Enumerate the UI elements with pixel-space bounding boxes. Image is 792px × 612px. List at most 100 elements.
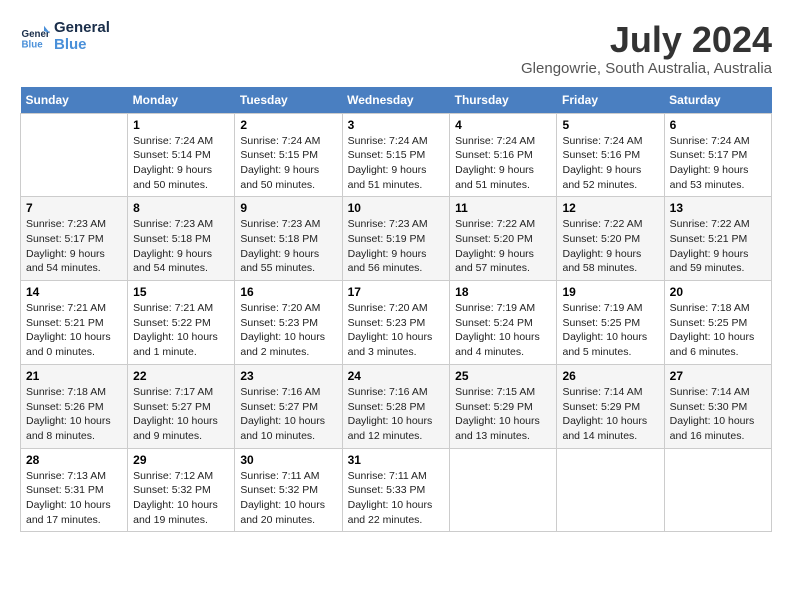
- calendar-table: SundayMondayTuesdayWednesdayThursdayFrid…: [20, 87, 772, 533]
- day-info: Sunrise: 7:22 AM Sunset: 5:21 PM Dayligh…: [670, 217, 766, 276]
- day-info: Sunrise: 7:20 AM Sunset: 5:23 PM Dayligh…: [348, 301, 445, 360]
- calendar-cell: 4 Sunrise: 7:24 AM Sunset: 5:16 PM Daylig…: [450, 113, 557, 197]
- calendar-cell: 3Sunrise: 7:24 AM Sunset: 5:15 PM Daylig…: [342, 113, 450, 197]
- calendar-cell: 15 Sunrise: 7:21 AM Sunset: 5:22 PM Dayli…: [128, 281, 235, 365]
- day-number: 27: [670, 369, 766, 383]
- day-info: Sunrise: 7:11 AM Sunset: 5:33 PM Dayligh…: [348, 469, 445, 528]
- day-number: 16: [240, 285, 336, 299]
- weekday-header-monday: Monday: [128, 87, 235, 114]
- day-number: 9: [240, 201, 336, 215]
- svg-text:Blue: Blue: [22, 39, 44, 50]
- day-number: 15: [133, 285, 229, 299]
- day-info: Sunrise: 7:21 AM Sunset: 5:22 PM Dayligh…: [133, 301, 229, 360]
- day-info: Sunrise: 7:20 AM Sunset: 5:23 PM Dayligh…: [240, 301, 336, 360]
- day-info: Sunrise: 7:24 AM Sunset: 5:15 PM Dayligh…: [348, 134, 445, 193]
- day-info: Sunrise: 7:13 AM Sunset: 5:31 PM Dayligh…: [26, 469, 122, 528]
- logo-line2: Blue: [54, 37, 110, 54]
- day-number: 31: [348, 453, 445, 467]
- day-number: 12: [562, 201, 658, 215]
- week-row-3: 14 Sunrise: 7:21 AM Sunset: 5:21 PM Dayli…: [21, 281, 772, 365]
- calendar-cell: 1Sunrise: 7:24 AM Sunset: 5:14 PM Daylig…: [128, 113, 235, 197]
- day-number: 29: [133, 453, 229, 467]
- calendar-cell: [664, 448, 771, 532]
- day-info: Sunrise: 7:18 AM Sunset: 5:26 PM Dayligh…: [26, 385, 122, 444]
- calendar-cell: 13 Sunrise: 7:22 AM Sunset: 5:21 PM Dayli…: [664, 197, 771, 281]
- week-row-5: 28 Sunrise: 7:13 AM Sunset: 5:31 PM Dayli…: [21, 448, 772, 532]
- calendar-cell: 10 Sunrise: 7:23 AM Sunset: 5:19 PM Dayli…: [342, 197, 450, 281]
- day-number: 4: [455, 118, 551, 132]
- day-info: Sunrise: 7:21 AM Sunset: 5:21 PM Dayligh…: [26, 301, 122, 360]
- day-number: 6: [670, 118, 766, 132]
- calendar-cell: 22Sunrise: 7:17 AM Sunset: 5:27 PM Dayli…: [128, 364, 235, 448]
- day-info: Sunrise: 7:24 AM Sunset: 5:16 PM Dayligh…: [562, 134, 658, 193]
- day-info: Sunrise: 7:24 AM Sunset: 5:14 PM Dayligh…: [133, 134, 229, 193]
- weekday-header-sunday: Sunday: [21, 87, 128, 114]
- calendar-cell: 25 Sunrise: 7:15 AM Sunset: 5:29 PM Dayli…: [450, 364, 557, 448]
- day-info: Sunrise: 7:14 AM Sunset: 5:29 PM Dayligh…: [562, 385, 658, 444]
- day-number: 25: [455, 369, 551, 383]
- day-number: 19: [562, 285, 658, 299]
- calendar-cell: 2 Sunrise: 7:24 AM Sunset: 5:15 PM Daylig…: [235, 113, 342, 197]
- calendar-cell: [450, 448, 557, 532]
- calendar-cell: 14 Sunrise: 7:21 AM Sunset: 5:21 PM Dayli…: [21, 281, 128, 365]
- calendar-cell: 18 Sunrise: 7:19 AM Sunset: 5:24 PM Dayli…: [450, 281, 557, 365]
- day-info: Sunrise: 7:14 AM Sunset: 5:30 PM Dayligh…: [670, 385, 766, 444]
- day-number: 18: [455, 285, 551, 299]
- calendar-cell: 6 Sunrise: 7:24 AM Sunset: 5:17 PM Daylig…: [664, 113, 771, 197]
- calendar-cell: 20Sunrise: 7:18 AM Sunset: 5:25 PM Dayli…: [664, 281, 771, 365]
- day-info: Sunrise: 7:22 AM Sunset: 5:20 PM Dayligh…: [455, 217, 551, 276]
- day-info: Sunrise: 7:23 AM Sunset: 5:17 PM Dayligh…: [26, 217, 122, 276]
- day-info: Sunrise: 7:11 AM Sunset: 5:32 PM Dayligh…: [240, 469, 336, 528]
- day-number: 24: [348, 369, 445, 383]
- page-header: General Blue General Blue July 2024 Glen…: [20, 20, 772, 77]
- weekday-header-wednesday: Wednesday: [342, 87, 450, 114]
- week-row-1: 1Sunrise: 7:24 AM Sunset: 5:14 PM Daylig…: [21, 113, 772, 197]
- weekday-header-friday: Friday: [557, 87, 664, 114]
- calendar-cell: 17 Sunrise: 7:20 AM Sunset: 5:23 PM Dayli…: [342, 281, 450, 365]
- calendar-cell: 11 Sunrise: 7:22 AM Sunset: 5:20 PM Dayli…: [450, 197, 557, 281]
- calendar-cell: 29Sunrise: 7:12 AM Sunset: 5:32 PM Dayli…: [128, 448, 235, 532]
- day-info: Sunrise: 7:17 AM Sunset: 5:27 PM Dayligh…: [133, 385, 229, 444]
- calendar-cell: 19 Sunrise: 7:19 AM Sunset: 5:25 PM Dayli…: [557, 281, 664, 365]
- title-block: July 2024 Glengowrie, South Australia, A…: [521, 20, 772, 77]
- day-number: 30: [240, 453, 336, 467]
- calendar-cell: [557, 448, 664, 532]
- day-number: 21: [26, 369, 122, 383]
- week-row-4: 21 Sunrise: 7:18 AM Sunset: 5:26 PM Dayli…: [21, 364, 772, 448]
- calendar-cell: 27 Sunrise: 7:14 AM Sunset: 5:30 PM Dayli…: [664, 364, 771, 448]
- calendar-cell: 30 Sunrise: 7:11 AM Sunset: 5:32 PM Dayli…: [235, 448, 342, 532]
- day-number: 14: [26, 285, 122, 299]
- weekday-header-thursday: Thursday: [450, 87, 557, 114]
- calendar-cell: 7Sunrise: 7:23 AM Sunset: 5:17 PM Daylig…: [21, 197, 128, 281]
- weekday-header-saturday: Saturday: [664, 87, 771, 114]
- logo-icon: General Blue: [20, 22, 50, 52]
- day-number: 13: [670, 201, 766, 215]
- calendar-cell: 23Sunrise: 7:16 AM Sunset: 5:27 PM Dayli…: [235, 364, 342, 448]
- day-info: Sunrise: 7:22 AM Sunset: 5:20 PM Dayligh…: [562, 217, 658, 276]
- day-number: 17: [348, 285, 445, 299]
- day-info: Sunrise: 7:19 AM Sunset: 5:25 PM Dayligh…: [562, 301, 658, 360]
- day-number: 10: [348, 201, 445, 215]
- day-info: Sunrise: 7:15 AM Sunset: 5:29 PM Dayligh…: [455, 385, 551, 444]
- day-info: Sunrise: 7:24 AM Sunset: 5:16 PM Dayligh…: [455, 134, 551, 193]
- calendar-cell: 5Sunrise: 7:24 AM Sunset: 5:16 PM Daylig…: [557, 113, 664, 197]
- calendar-cell: 26Sunrise: 7:14 AM Sunset: 5:29 PM Dayli…: [557, 364, 664, 448]
- location-subtitle: Glengowrie, South Australia, Australia: [521, 60, 772, 77]
- logo: General Blue General Blue: [20, 20, 110, 53]
- calendar-cell: 9 Sunrise: 7:23 AM Sunset: 5:18 PM Daylig…: [235, 197, 342, 281]
- day-info: Sunrise: 7:16 AM Sunset: 5:28 PM Dayligh…: [348, 385, 445, 444]
- calendar-cell: 31 Sunrise: 7:11 AM Sunset: 5:33 PM Dayli…: [342, 448, 450, 532]
- calendar-cell: 28 Sunrise: 7:13 AM Sunset: 5:31 PM Dayli…: [21, 448, 128, 532]
- day-number: 28: [26, 453, 122, 467]
- day-info: Sunrise: 7:24 AM Sunset: 5:15 PM Dayligh…: [240, 134, 336, 193]
- week-row-2: 7Sunrise: 7:23 AM Sunset: 5:17 PM Daylig…: [21, 197, 772, 281]
- day-number: 20: [670, 285, 766, 299]
- day-info: Sunrise: 7:23 AM Sunset: 5:18 PM Dayligh…: [240, 217, 336, 276]
- day-number: 11: [455, 201, 551, 215]
- day-info: Sunrise: 7:23 AM Sunset: 5:19 PM Dayligh…: [348, 217, 445, 276]
- day-info: Sunrise: 7:19 AM Sunset: 5:24 PM Dayligh…: [455, 301, 551, 360]
- day-number: 23: [240, 369, 336, 383]
- calendar-cell: [21, 113, 128, 197]
- day-info: Sunrise: 7:24 AM Sunset: 5:17 PM Dayligh…: [670, 134, 766, 193]
- day-number: 2: [240, 118, 336, 132]
